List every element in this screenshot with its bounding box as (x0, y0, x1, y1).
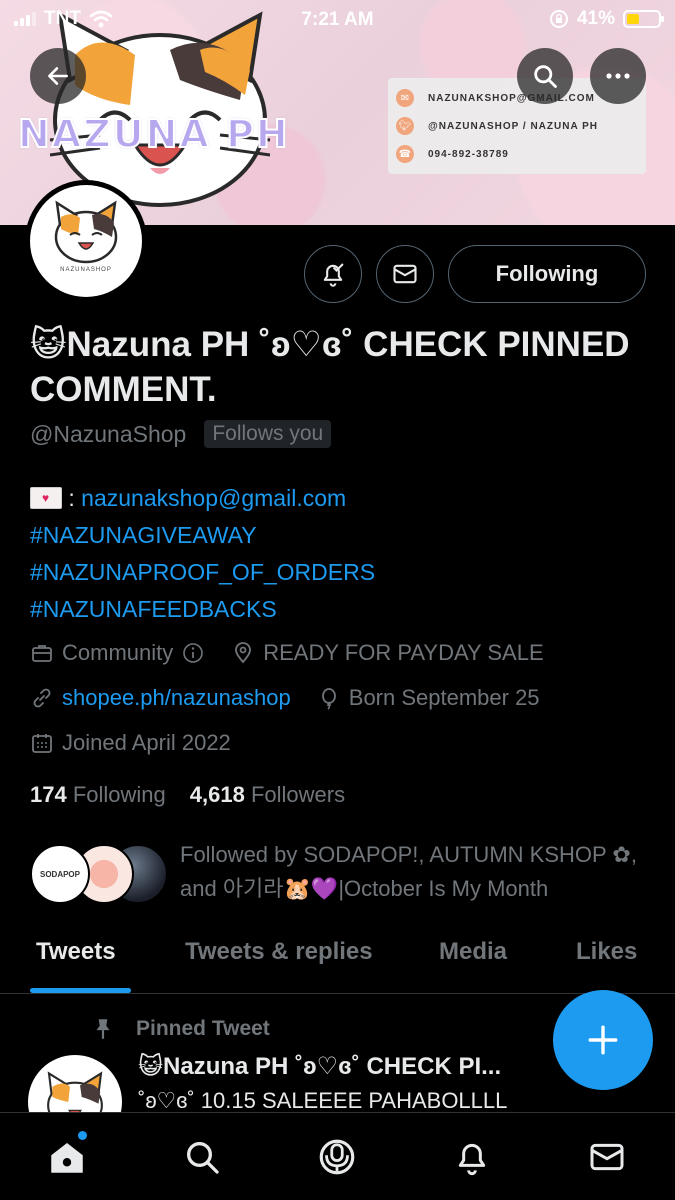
contact-twitter-row: 🐦︎ @NAZUNASHOP / NAZUNA PH (396, 112, 638, 140)
profile-joined: Joined April 2022 (30, 730, 231, 756)
profile-location: READY FOR PAYDAY SALE (231, 640, 544, 666)
following-count-link[interactable]: 174 Following (30, 782, 166, 808)
name-emoji: 😺 (30, 325, 67, 364)
status-bar: TNT 7:21 AM 41% (0, 0, 675, 40)
follows-you-badge: Follows you (204, 420, 332, 448)
profile-name: 😺Nazuna PH ˚ʚ♡ɞ˚ CHECK PINNED COMMENT. (30, 322, 650, 412)
avatar-image: NAZUNASHOP (30, 185, 142, 297)
spaces-icon (319, 1139, 355, 1175)
bird-icon: 🐦︎ (396, 117, 414, 135)
bio-email-prefix: : (62, 485, 82, 511)
nav-explore[interactable] (180, 1135, 224, 1179)
nav-messages[interactable] (585, 1135, 629, 1179)
envelope-icon (393, 264, 417, 284)
status-right: 41% (549, 8, 664, 30)
banner-brand-logo: NAZUNA PH (17, 111, 290, 157)
nav-home[interactable] (45, 1135, 89, 1179)
active-tab-indicator (30, 988, 131, 993)
rotation-lock-icon (549, 10, 568, 28)
follower-avatar-1: SODAPOP (30, 844, 90, 904)
bio-email-line: ♥ : nazunakshop@gmail.com (30, 480, 375, 517)
briefcase-icon (32, 645, 52, 662)
followers-count-label: Followers (250, 782, 346, 807)
hashtag-proof-of-orders[interactable]: #NAZUNAPROOF_OF_ORDERS (30, 559, 375, 585)
follow-counts: 174 Following 4,618 Followers (30, 782, 345, 808)
meta-row-2: shopee.ph/nazunashop Born September 25 (30, 685, 566, 711)
nav-notifications[interactable] (450, 1135, 494, 1179)
calendar-icon (32, 734, 52, 753)
pin-icon (96, 1019, 110, 1039)
followed-by-text: Followed by SODAPOP!, AUTUMN KSHOP ✿, an… (180, 842, 637, 901)
handle-row: @NazunaShop Follows you (30, 420, 332, 448)
pinned-tweet-body[interactable]: ˚ʚ♡ɞ˚ 10.15 SALEEEE PAHABOLLLL (138, 1088, 507, 1114)
more-options-button[interactable] (590, 48, 646, 104)
home-icon (51, 1143, 83, 1173)
pinned-tweet-text: Pinned Tweet (136, 1017, 270, 1040)
tab-tweets[interactable]: Tweets (36, 938, 116, 966)
profile-bio: ♥ : nazunakshop@gmail.com #NAZUNAGIVEAWA… (30, 480, 375, 628)
search-icon (534, 65, 557, 88)
followed-by-avatars: SODAPOP (30, 844, 170, 906)
pinned-tweet-label: Pinned Tweet (90, 1016, 270, 1042)
following-button[interactable]: Following (448, 245, 646, 303)
search-icon (187, 1142, 219, 1174)
envelope-icon (590, 1143, 624, 1171)
more-icon (606, 73, 630, 79)
name-text: Nazuna PH ˚ʚ♡ɞ˚ CHECK PINNED COMMENT. (30, 325, 630, 409)
bottom-navigation (0, 1112, 675, 1200)
contact-phone-row: ☎ 094-892-38789 (396, 140, 638, 168)
hashtag-giveaway[interactable]: #NAZUNAGIVEAWAY (30, 522, 257, 548)
tab-tweets-replies[interactable]: Tweets & replies (185, 938, 373, 966)
followers-count-link[interactable]: 4,618 Followers (190, 782, 345, 808)
followed-by-section[interactable]: SODAPOP Followed by SODAPOP!, AUTUMN KSH… (30, 838, 650, 908)
following-count: 174 (30, 782, 67, 807)
follower-avatar-1-label: SODAPOP (39, 869, 80, 879)
profile-avatar[interactable]: NAZUNASHOP (25, 180, 147, 302)
profile-tabs: Tweets Tweets & replies Media Likes (0, 930, 675, 994)
pinned-tweet-author[interactable]: 😺Nazuna PH ˚ʚ♡ɞ˚ CHECK PI... (138, 1052, 501, 1081)
hashtag-feedbacks[interactable]: #NAZUNAFEEDBACKS (30, 596, 277, 622)
link-icon (33, 688, 51, 708)
battery-percent: 41% (576, 8, 615, 29)
balloon-icon (321, 688, 336, 710)
profile-category: Community (30, 640, 205, 666)
contact-twitter: @NAZUNASHOP / NAZUNA PH (428, 120, 598, 132)
love-letter-icon: ♥ (30, 487, 62, 509)
bio-email-link[interactable]: nazunakshop@gmail.com (81, 485, 346, 511)
home-notification-dot (78, 1131, 87, 1140)
avatar-caption: NAZUNASHOP (60, 267, 112, 273)
category-label: Community (62, 640, 174, 665)
followers-count: 4,618 (189, 782, 245, 807)
compose-tweet-button[interactable] (553, 990, 653, 1090)
search-button[interactable] (517, 48, 573, 104)
profile-birthday: Born September 25 (317, 685, 540, 711)
contact-phone: 094-892-38789 (428, 148, 509, 160)
bell-check-icon (323, 263, 344, 287)
message-button[interactable] (376, 245, 434, 303)
nav-spaces[interactable] (315, 1135, 359, 1179)
phone-icon: ☎ (396, 145, 414, 163)
tab-media[interactable]: Media (439, 938, 507, 966)
bell-icon (458, 1143, 486, 1176)
plus-icon (588, 1025, 618, 1055)
mail-icon: ✉ (396, 89, 414, 107)
birthday-label: Born September 25 (348, 685, 540, 710)
joined-label: Joined April 2022 (62, 730, 231, 755)
meta-row-1: Community READY FOR PAYDAY SALE (30, 640, 570, 666)
battery-icon (623, 10, 664, 28)
following-count-label: Following (72, 782, 166, 807)
location-label: READY FOR PAYDAY SALE (263, 640, 544, 665)
location-pin-icon (235, 642, 252, 664)
arrow-left-icon (48, 67, 68, 85)
profile-handle: @NazunaShop (30, 420, 187, 447)
website-link[interactable]: shopee.ph/nazunashop (62, 685, 291, 711)
info-icon[interactable] (181, 641, 205, 665)
contact-email: NAZUNAKSHOP@GMAIL.COM (428, 92, 595, 104)
back-button[interactable] (30, 48, 86, 104)
notifications-toggle-button[interactable] (304, 245, 362, 303)
profile-website[interactable]: shopee.ph/nazunashop (30, 685, 291, 711)
meta-row-3: Joined April 2022 (30, 730, 257, 756)
tab-likes[interactable]: Likes (576, 938, 637, 966)
cat-logo-icon (54, 200, 118, 264)
